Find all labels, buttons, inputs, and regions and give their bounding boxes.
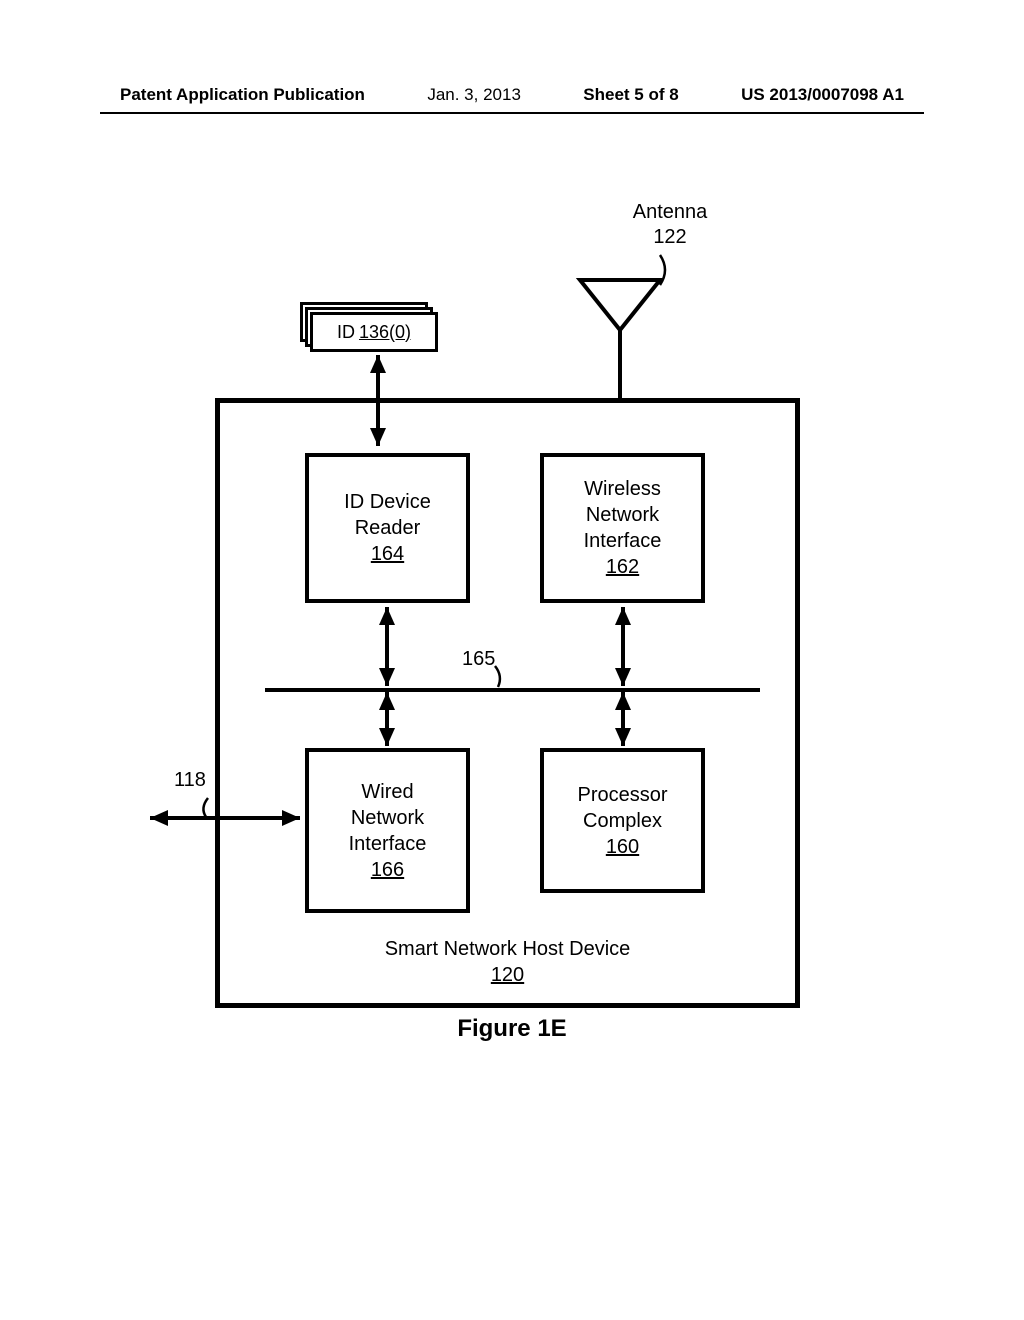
outer-connectors [0, 170, 1024, 1070]
header-rule [100, 112, 924, 114]
doc-type: Patent Application Publication [120, 85, 365, 105]
ext-link-ref: 118 [160, 768, 220, 793]
pub-date: Jan. 3, 2013 [427, 85, 521, 105]
diagram: Antenna 122 ID 136(0) ID Device Reader 1… [0, 170, 1024, 1070]
sheet-no: Sheet 5 of 8 [583, 85, 678, 105]
page-header: Patent Application Publication Jan. 3, 2… [0, 85, 1024, 115]
ext-link-ref-text: 118 [174, 769, 206, 791]
pub-no: US 2013/0007098 A1 [741, 85, 904, 105]
figure-label-text: Figure 1E [457, 1015, 566, 1042]
figure-label: Figure 1E [0, 1015, 1024, 1043]
